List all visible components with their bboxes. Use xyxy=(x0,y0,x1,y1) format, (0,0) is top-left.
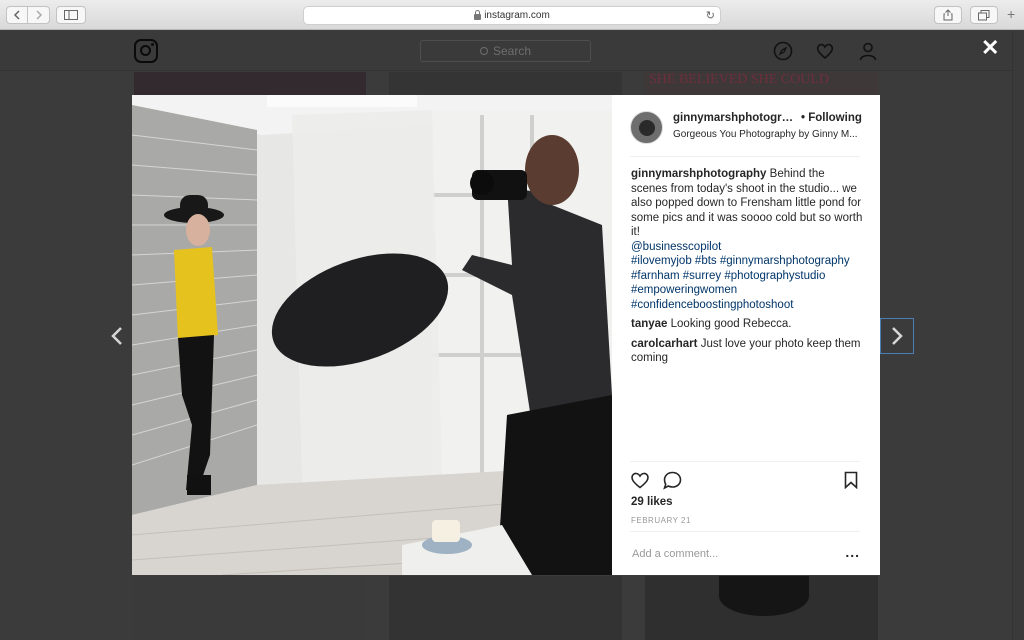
post-date[interactable]: FEBRUARY 21 xyxy=(631,516,691,525)
forward-button[interactable] xyxy=(28,6,50,24)
grid-thumbnail[interactable] xyxy=(389,576,622,640)
tabs-icon xyxy=(978,9,990,20)
sidebar-toggle-button[interactable] xyxy=(56,6,86,24)
url-text: instagram.com xyxy=(484,10,550,21)
previous-post-button[interactable] xyxy=(100,318,134,354)
post-modal: ginnymarshphotogra... • Following Gorgeo… xyxy=(132,95,880,575)
search-input[interactable]: Search xyxy=(420,40,591,62)
more-options-icon[interactable]: ... xyxy=(845,544,860,560)
page-scrollbar[interactable] xyxy=(1012,31,1024,640)
hashtag-line[interactable]: #farnham #surrey #photographystudio xyxy=(631,269,863,284)
search-icon xyxy=(479,47,488,55)
back-button[interactable] xyxy=(6,6,28,24)
search-placeholder: Search xyxy=(492,44,532,58)
like-heart-icon[interactable] xyxy=(630,471,650,489)
owner-username-link[interactable]: ginnymarshphotogra... xyxy=(673,112,797,124)
comments-list: ginnymarshphotography Behind the scenes … xyxy=(631,167,863,366)
likes-count[interactable]: 29 likes xyxy=(631,496,673,508)
comment-username-link[interactable]: carolcarhart xyxy=(631,338,697,350)
owner-location-subtitle[interactable]: Gorgeous You Photography by Ginny M... xyxy=(673,129,863,140)
explore-compass-icon[interactable] xyxy=(773,41,793,61)
address-bar[interactable]: instagram.com ↻ xyxy=(303,6,721,25)
banner-text: SHE BELIEVED SHE COULD xyxy=(649,72,830,87)
post-header: ginnymarshphotogra... • Following Gorgeo… xyxy=(630,109,863,157)
share-icon xyxy=(943,9,953,21)
share-button[interactable] xyxy=(934,6,962,24)
next-post-button[interactable] xyxy=(880,318,914,354)
grid-thumbnail[interactable]: SHE BELIEVED SHE COULD xyxy=(645,72,878,95)
comment-input[interactable]: Add a comment... xyxy=(632,548,718,560)
following-button[interactable]: • Following xyxy=(801,112,862,124)
reload-icon[interactable]: ↻ xyxy=(706,9,715,22)
chevron-right-icon xyxy=(892,327,903,345)
add-comment-section: Add a comment... ... xyxy=(630,531,860,575)
heart-activity-icon[interactable] xyxy=(815,41,835,61)
chevron-left-icon xyxy=(111,327,122,345)
avatar[interactable] xyxy=(630,111,663,144)
studio-photo-illustration xyxy=(132,95,612,575)
hashtag-line[interactable]: #empoweringwomen xyxy=(631,283,863,298)
hashtag-line[interactable]: #ilovemyjob #bts #ginnymarshphotography xyxy=(631,254,863,269)
grid-thumbnail[interactable] xyxy=(134,576,366,640)
instagram-header: Search xyxy=(0,31,1012,71)
grid-thumbnail[interactable] xyxy=(389,72,622,95)
instagram-logo-icon[interactable] xyxy=(134,39,158,63)
close-modal-icon[interactable]: ✕ xyxy=(981,37,999,59)
nav-buttons xyxy=(6,6,50,24)
browser-toolbar: instagram.com ↻ + xyxy=(0,0,1024,30)
hashtag-line[interactable]: #confidenceboostingphotoshoot xyxy=(631,298,863,313)
post-photo[interactable] xyxy=(132,95,612,575)
post-details-panel: ginnymarshphotogra... • Following Gorgeo… xyxy=(612,95,880,575)
chevron-right-icon xyxy=(35,10,42,20)
grid-thumbnail[interactable] xyxy=(134,72,366,95)
caption-username-link[interactable]: ginnymarshphotography xyxy=(631,168,766,180)
post-actions: 29 likes FEBRUARY 21 xyxy=(630,461,860,531)
bookmark-icon[interactable] xyxy=(844,471,858,489)
comment-username-link[interactable]: tanyae xyxy=(631,318,667,330)
chevron-left-icon xyxy=(13,10,20,20)
mention-link[interactable]: @businesscopilot xyxy=(631,240,863,255)
sidebar-icon xyxy=(64,10,78,20)
grid-thumbnail[interactable] xyxy=(645,576,878,640)
comment-item: tanyae Looking good Rebecca. xyxy=(631,317,863,332)
comment-bubble-icon[interactable] xyxy=(663,471,682,490)
profile-icon[interactable] xyxy=(858,41,878,61)
reflector-shape xyxy=(719,576,809,616)
tabs-overview-button[interactable] xyxy=(970,6,998,24)
comment-text: Looking good Rebecca. xyxy=(670,318,792,330)
lock-icon xyxy=(474,9,482,20)
caption: ginnymarshphotography Behind the scenes … xyxy=(631,167,863,312)
comment-item: carolcarhart Just love your photo keep t… xyxy=(631,337,863,366)
new-tab-button[interactable]: + xyxy=(1007,6,1015,22)
